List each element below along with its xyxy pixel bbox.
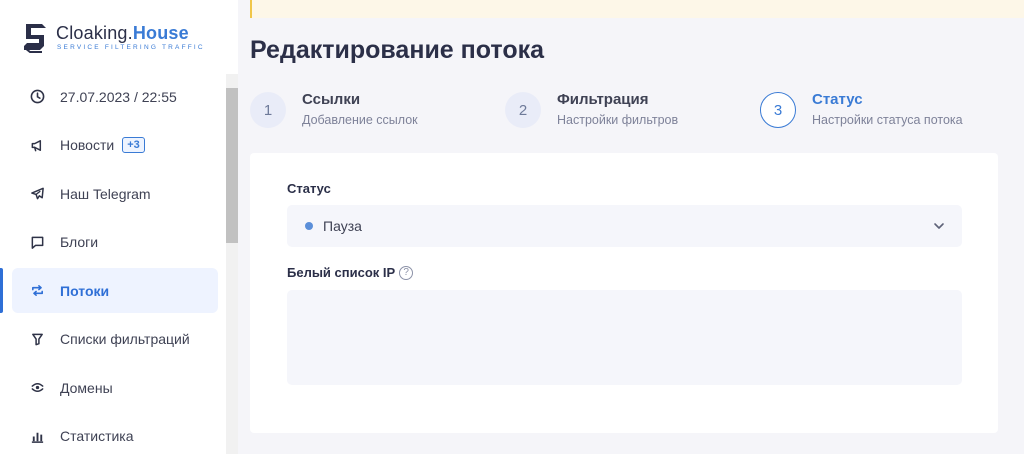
- sidebar-item-flows[interactable]: Потоки: [0, 268, 218, 313]
- flows-icon: [29, 283, 45, 299]
- sidebar-item-news[interactable]: Новости +3: [12, 123, 218, 168]
- step-title: Фильтрация: [557, 91, 649, 108]
- sidebar-item-label: Наш Telegram: [60, 185, 151, 202]
- step-subtitle: Настройки статуса потока: [812, 113, 963, 127]
- brand-tagline: SERVICE FILTERING TRAFFIC: [57, 44, 205, 51]
- sidebar-item-label: Потоки: [60, 282, 110, 299]
- stats-icon: [29, 428, 45, 444]
- sidebar-item-domains[interactable]: Домены: [12, 365, 218, 410]
- status-dot-icon: [305, 222, 313, 230]
- help-icon[interactable]: ?: [399, 265, 414, 280]
- step-title: Ссылки: [302, 91, 361, 108]
- status-form-card: Статус Пауза Белый список IP ?: [250, 153, 998, 433]
- logo-icon: [24, 24, 46, 53]
- sidebar-scrollbar-thumb[interactable]: [226, 88, 238, 243]
- sidebar-item-label: 27.07.2023 / 22:55: [60, 88, 177, 105]
- whitelist-field-label: Белый список IP ?: [287, 265, 414, 280]
- sidebar-item-label: Домены: [60, 379, 113, 396]
- stepper: 1 Ссылки Добавление ссылок 2 Фильтрация …: [250, 90, 1024, 130]
- notice-banner: [250, 0, 1024, 18]
- status-field-label: Статус: [287, 181, 331, 196]
- sidebar-item-label: Статистика: [60, 428, 134, 444]
- sidebar-item-telegram[interactable]: Наш Telegram: [12, 171, 218, 216]
- megaphone-icon: [29, 137, 45, 153]
- clock-icon: [29, 89, 45, 105]
- step-subtitle: Добавление ссылок: [302, 113, 418, 127]
- whitelist-ip-textarea[interactable]: [287, 290, 962, 385]
- sidebar: Cloaking.House SERVICE FILTERING TRAFFIC…: [0, 0, 238, 454]
- status-select[interactable]: Пауза: [287, 205, 962, 247]
- filter-icon: [29, 331, 45, 347]
- sidebar-item-filter-lists[interactable]: Списки фильтраций: [12, 317, 218, 362]
- domain-icon: [29, 380, 45, 396]
- step-number: 1: [250, 92, 286, 128]
- sidebar-nav: 27.07.2023 / 22:55 Новости +3 Наш Telegr…: [0, 74, 226, 454]
- step-number: 2: [505, 92, 541, 128]
- brand-logo[interactable]: Cloaking.House SERVICE FILTERING TRAFFIC: [22, 22, 222, 56]
- page-title: Редактирование потока: [250, 36, 545, 64]
- sidebar-item-datetime: 27.07.2023 / 22:55: [12, 74, 218, 119]
- sidebar-item-label: Блоги: [60, 234, 99, 250]
- sidebar-item-statistics[interactable]: Статистика: [12, 414, 218, 454]
- telegram-icon: [29, 186, 45, 202]
- status-select-value: Пауза: [323, 218, 362, 234]
- chevron-down-icon: [934, 223, 944, 229]
- step-number: 3: [760, 92, 796, 128]
- news-count-badge: +3: [122, 137, 145, 153]
- sidebar-item-label: Списки фильтраций: [60, 331, 190, 347]
- sidebar-item-label: Новости: [60, 137, 115, 153]
- sidebar-item-blogs[interactable]: Блоги: [12, 220, 218, 265]
- brand-name: Cloaking.House: [56, 23, 189, 43]
- step-subtitle: Настройки фильтров: [557, 113, 679, 127]
- chat-icon: [29, 234, 45, 250]
- step-title: Статус: [812, 91, 863, 108]
